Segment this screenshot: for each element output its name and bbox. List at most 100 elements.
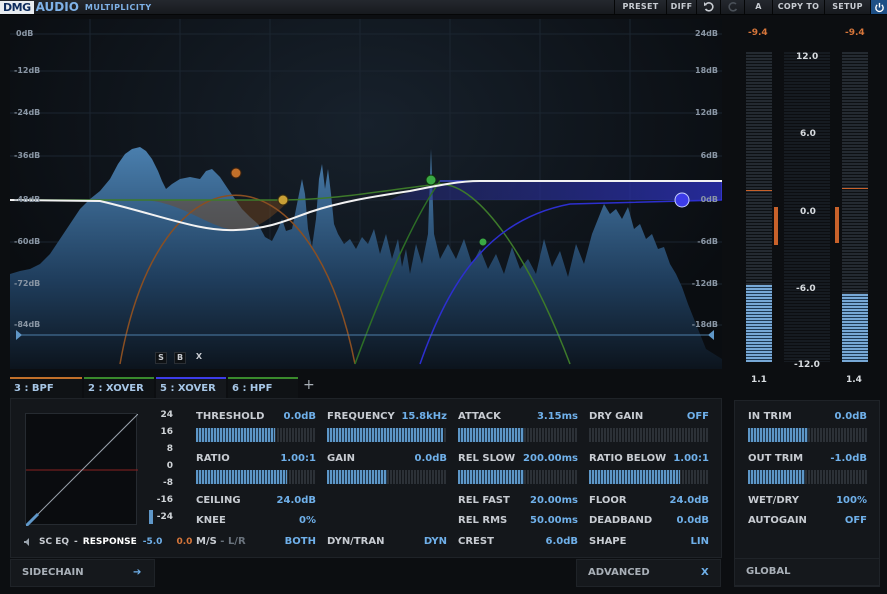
bypass-button[interactable]: B — [174, 352, 186, 364]
sc-eq-label[interactable]: SC EQ — [39, 537, 69, 547]
diff-button[interactable]: DIFF — [666, 0, 696, 14]
crest-value[interactable]: 6.0dB — [498, 536, 579, 547]
plugin-window: DMG AUDIO MULTIPLICITY PRESET DIFF A COP… — [0, 0, 887, 594]
add-band-button[interactable]: + — [303, 377, 315, 393]
transfer-scale-24: 24 — [160, 410, 173, 420]
response-label[interactable]: RESPONSE — [83, 537, 137, 547]
tab-band-2[interactable]: 2 : XOVER — [84, 377, 154, 398]
transfer-curve — [24, 413, 139, 528]
tab-band-3[interactable]: 3 : BPF — [10, 377, 82, 398]
out-trim-value[interactable]: -1.0dB — [807, 453, 867, 464]
ms-lr-value[interactable]: BOTH — [256, 536, 316, 547]
gain-value[interactable]: 0.0dB — [387, 453, 448, 464]
out-trim-label: OUT TRIM — [748, 453, 804, 464]
ab-button[interactable]: A — [744, 0, 772, 14]
band5-handle[interactable] — [674, 192, 690, 208]
in-trim-slider-fill — [748, 428, 808, 442]
dry-gain-value[interactable]: OFF — [649, 411, 709, 422]
in-trim-value[interactable]: 0.0dB — [807, 411, 868, 422]
response-orange-value: 0.0 — [176, 537, 193, 547]
global-panel-header[interactable]: GLOBAL — [734, 558, 880, 586]
eq-graph[interactable]: 0dB -12dB -24dB -36dB -48dB -60dB -72dB … — [10, 19, 722, 369]
power-icon — [874, 2, 884, 13]
dyn-tran-label: DYN/TRAN — [327, 536, 385, 547]
in-trim-label: IN TRIM — [748, 411, 792, 422]
attack-value[interactable]: 3.15ms — [498, 411, 578, 422]
dyn-tran-value[interactable]: DYN — [387, 536, 447, 547]
threshold-slider[interactable] — [196, 428, 316, 442]
solo-button[interactable]: S — [155, 352, 167, 364]
frequency-value[interactable]: 15.8kHz — [387, 411, 447, 422]
ratio-value[interactable]: 1.00:1 — [256, 453, 316, 464]
floor-value[interactable]: 24.0dB — [649, 495, 709, 506]
redo-button[interactable] — [720, 0, 744, 14]
autogain-value[interactable]: OFF — [807, 515, 867, 526]
left-meter-value: 1.1 — [751, 375, 767, 385]
gain-label: GAIN — [327, 453, 356, 464]
ratio-below-slider[interactable] — [589, 470, 709, 484]
autogain-label: AUTOGAIN — [748, 515, 807, 526]
ms-lr-label[interactable]: M/S - L/R — [196, 536, 246, 547]
frequency-label: FREQUENCY — [327, 411, 395, 422]
left-peak-readout[interactable]: -9.4 — [748, 28, 768, 38]
transfer-curve-display — [24, 413, 139, 528]
knee-value[interactable]: 0% — [256, 515, 316, 526]
sidechain-button[interactable]: SIDECHAIN ➔ — [10, 559, 155, 587]
left-scale-0: 0dB — [16, 29, 34, 38]
range-right-handle[interactable] — [708, 330, 714, 340]
ratio-below-value[interactable]: 1.00:1 — [649, 453, 709, 464]
band6-handle[interactable] — [479, 238, 487, 246]
out-trim-slider[interactable] — [748, 470, 867, 484]
scale-minus12: -12.0 — [794, 360, 820, 370]
close-icon[interactable]: X — [701, 560, 709, 586]
ratio-below-slider-fill — [589, 470, 681, 484]
dry-gain-label: DRY GAIN — [589, 411, 644, 422]
tab-band-6[interactable]: 6 : HPF — [228, 377, 298, 398]
ratio-slider[interactable] — [196, 470, 316, 484]
left-scale-5: -60dB — [14, 237, 41, 246]
right-scale-7: -18dB — [691, 320, 718, 329]
transfer-scale-0: 0 — [166, 461, 173, 471]
floor-label: FLOOR — [589, 495, 627, 506]
rel-rms-value[interactable]: 50.00ms — [498, 515, 578, 526]
remove-band-button[interactable]: X — [193, 352, 205, 364]
frequency-slider[interactable] — [327, 428, 447, 442]
attack-label: ATTACK — [458, 411, 501, 422]
brand-audio: AUDIO — [35, 0, 79, 14]
crest-label: CREST — [458, 536, 494, 547]
band2-handle[interactable] — [425, 174, 437, 186]
transfer-scale-16: 16 — [160, 427, 173, 437]
copy-to-button[interactable]: COPY TO — [772, 0, 824, 14]
tab-band-5[interactable]: 5 : XOVER — [156, 377, 226, 398]
left-level-fill — [746, 284, 772, 362]
undo-button[interactable] — [696, 0, 720, 14]
ratio-label: RATIO — [196, 453, 230, 464]
attack-slider[interactable] — [458, 428, 578, 442]
deadband-value[interactable]: 0.0dB — [649, 515, 710, 526]
rel-fast-value[interactable]: 20.00ms — [498, 495, 578, 506]
right-level-meter — [842, 52, 868, 362]
top-toolbar: DMG AUDIO MULTIPLICITY PRESET DIFF A COP… — [0, 0, 887, 15]
shape-value[interactable]: LIN — [649, 536, 709, 547]
rel-slow-value[interactable]: 200.00ms — [498, 453, 578, 464]
dry-gain-slider[interactable] — [589, 428, 709, 442]
left-gain-reduction — [774, 207, 778, 246]
left-scale-3: -36dB — [14, 151, 41, 160]
threshold-value[interactable]: 0.0dB — [256, 411, 317, 422]
preset-button[interactable]: PRESET — [614, 0, 666, 14]
speaker-icon[interactable] — [23, 537, 33, 547]
band3-handle[interactable] — [230, 167, 242, 179]
setup-button[interactable]: SETUP — [824, 0, 870, 14]
left-scale-6: -72dB — [14, 279, 41, 288]
in-trim-slider[interactable] — [748, 428, 867, 442]
right-peak-readout[interactable]: -9.4 — [845, 28, 865, 38]
right-level-fill — [842, 293, 868, 362]
wet-dry-value[interactable]: 100% — [807, 495, 867, 506]
gain-slider[interactable] — [327, 470, 447, 484]
band-handle-yellow[interactable] — [277, 194, 289, 206]
advanced-panel-header[interactable]: ADVANCED X — [576, 559, 721, 587]
rel-slow-slider[interactable] — [458, 470, 578, 484]
power-button[interactable] — [870, 0, 887, 14]
ceiling-value[interactable]: 24.0dB — [256, 495, 316, 506]
transfer-scale-minus8: -8 — [163, 478, 173, 488]
